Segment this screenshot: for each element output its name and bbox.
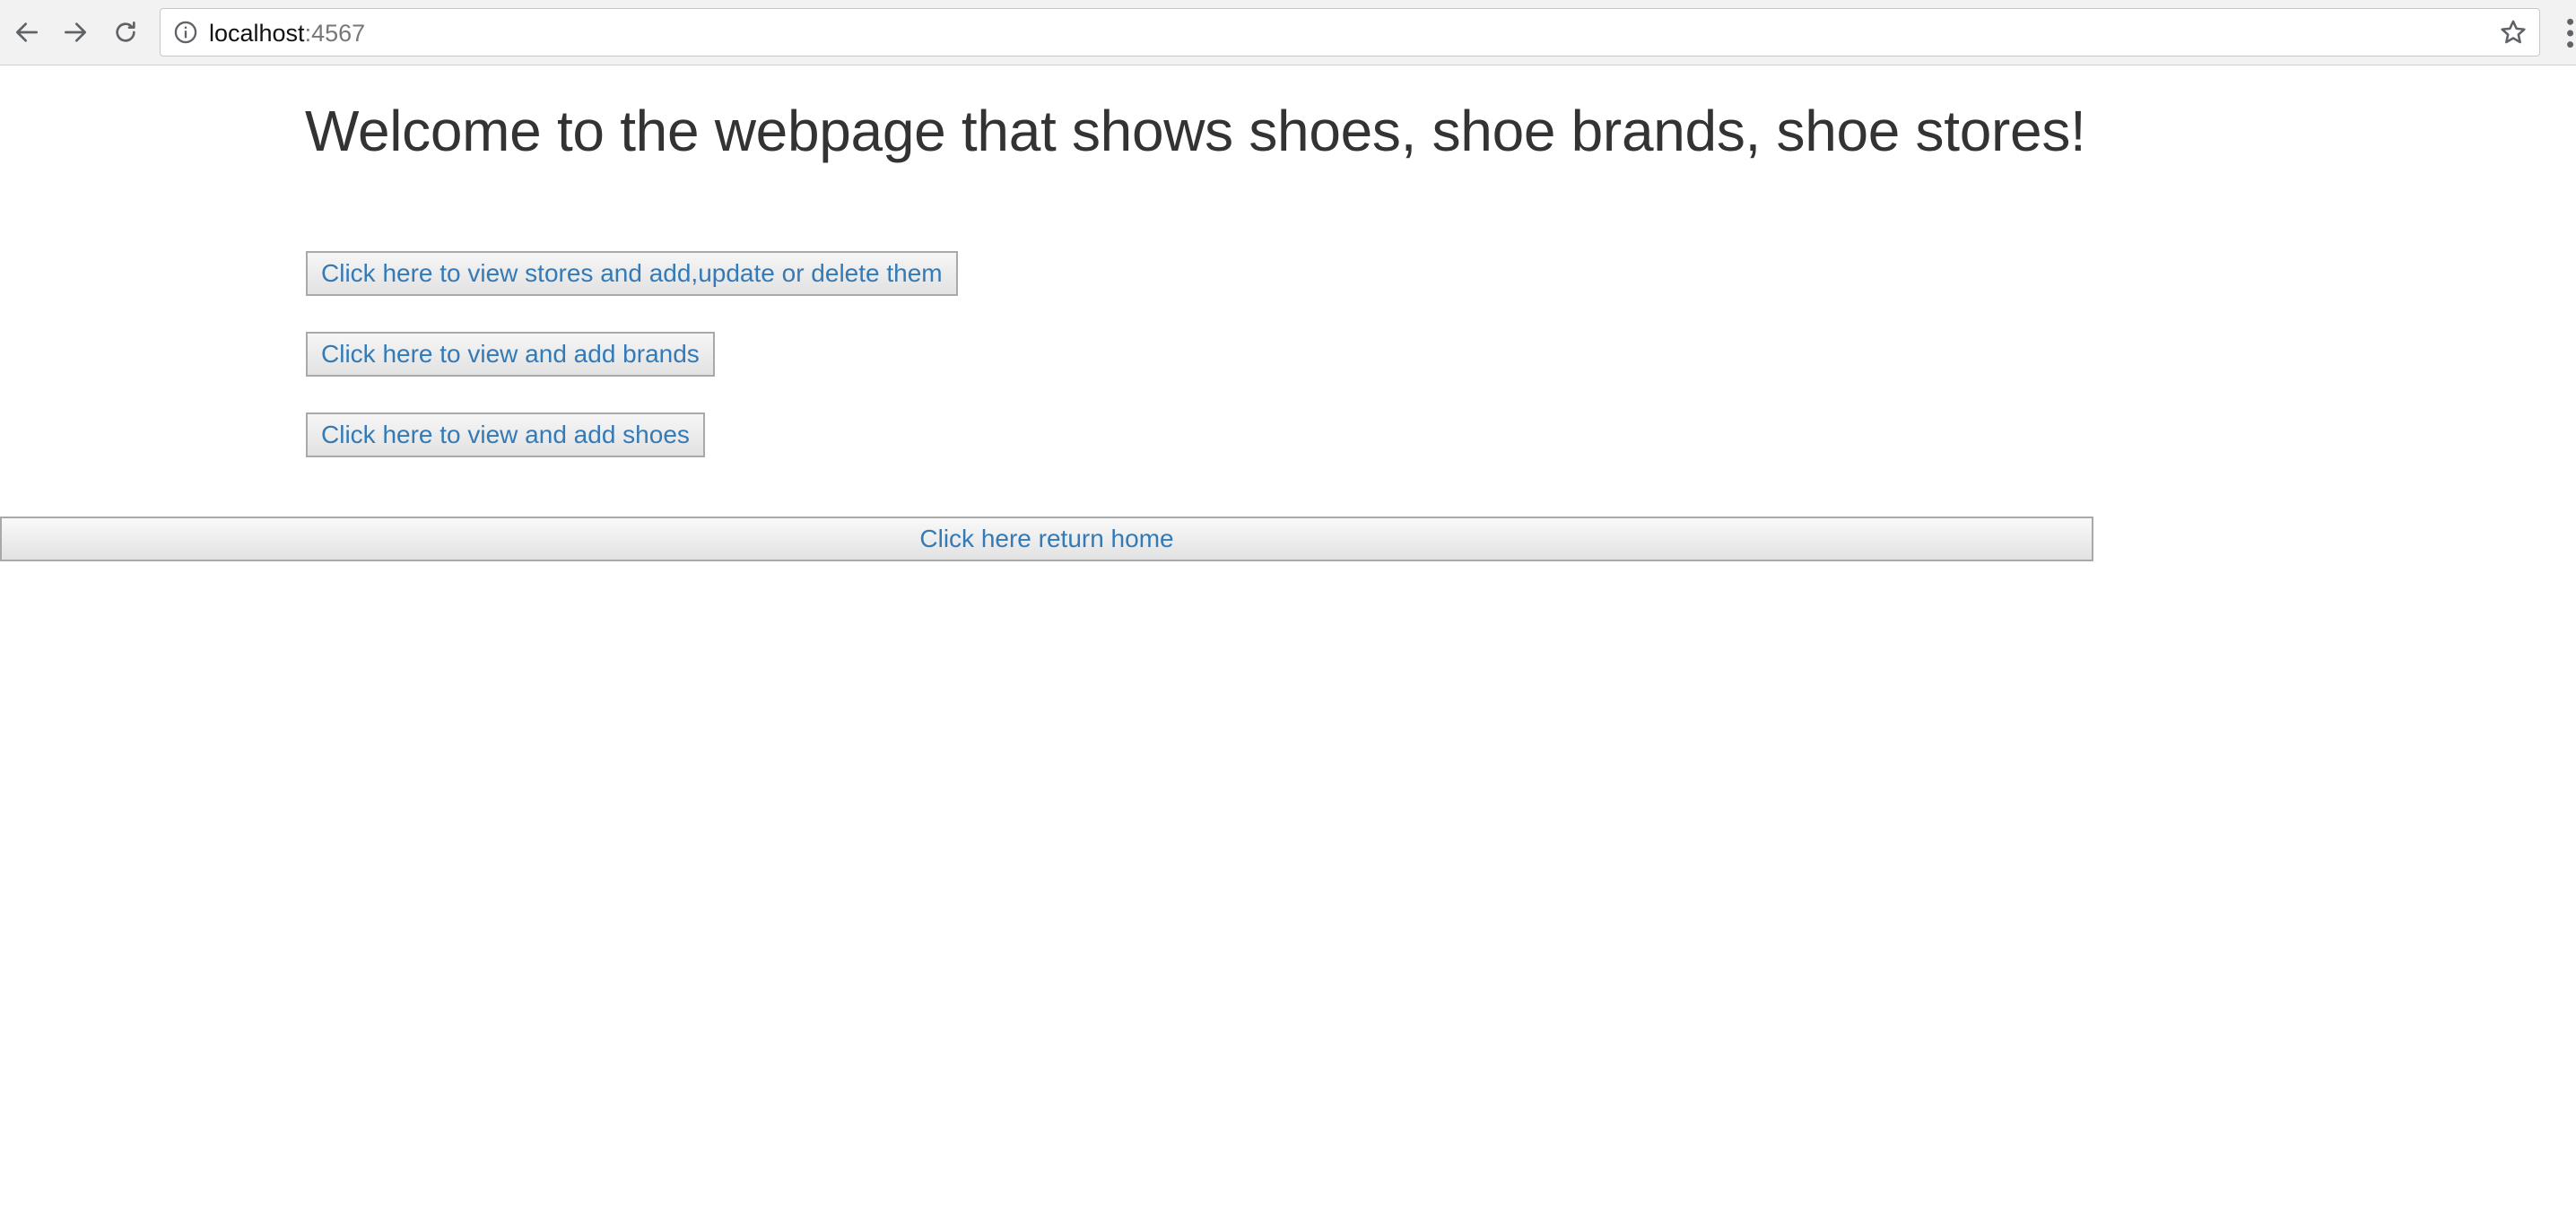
view-shoes-button[interactable]: Click here to view and add shoes [306, 412, 705, 457]
arrow-right-icon [65, 22, 86, 42]
url-text[interactable]: localhost:4567 [209, 19, 365, 48]
page-title: Welcome to the webpage that shows shoes,… [305, 99, 2086, 163]
page-content: Welcome to the webpage that shows shoes,… [0, 65, 2576, 1207]
url-port: :4567 [304, 20, 366, 47]
browser-toolbar: localhost:4567 [0, 0, 2576, 65]
forward-button[interactable] [56, 13, 95, 52]
view-brands-button[interactable]: Click here to view and add brands [306, 332, 715, 377]
back-button[interactable] [7, 13, 47, 52]
star-outline-icon[interactable] [2498, 17, 2528, 48]
view-stores-button[interactable]: Click here to view stores and add,update… [306, 251, 958, 296]
reload-icon [116, 22, 135, 42]
vertical-dots-icon[interactable] [2562, 16, 2576, 50]
info-circle-icon[interactable] [173, 20, 198, 45]
return-home-button[interactable]: Click here return home [0, 517, 2093, 561]
arrow-left-icon [16, 22, 38, 42]
address-bar[interactable]: localhost:4567 [160, 8, 2540, 56]
reload-button[interactable] [106, 13, 145, 52]
url-host: localhost [209, 20, 305, 47]
